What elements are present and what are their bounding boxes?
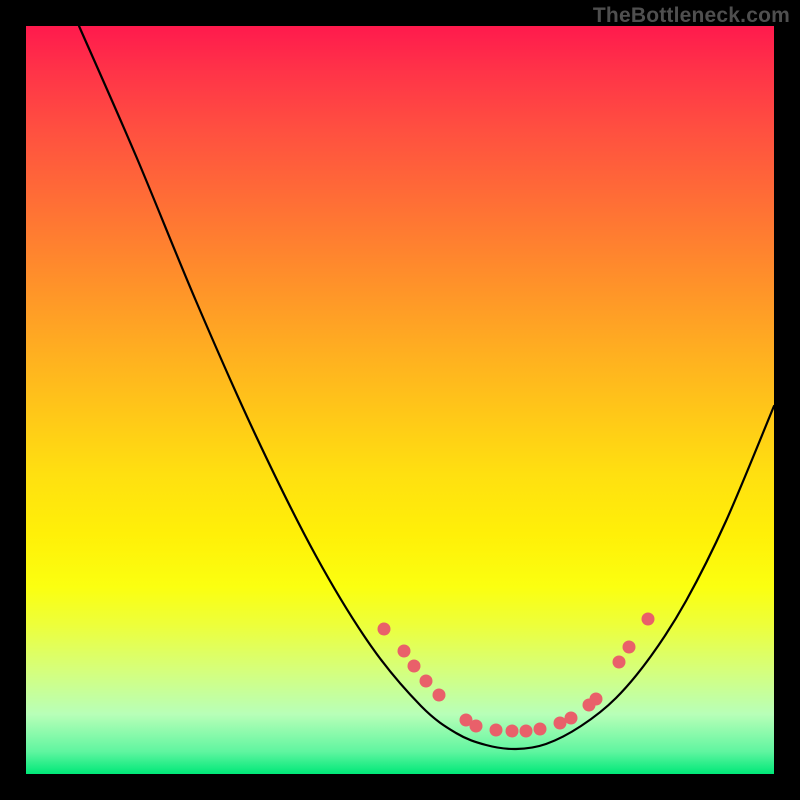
data-point-marker — [534, 723, 547, 736]
data-point-marker — [490, 724, 503, 737]
data-point-marker — [623, 641, 636, 654]
data-point-marker — [590, 693, 603, 706]
chart-svg — [26, 26, 774, 774]
data-point-marker — [520, 725, 533, 738]
bottleneck-curve — [79, 26, 774, 749]
watermark-text: TheBottleneck.com — [593, 4, 790, 28]
data-point-marker — [470, 720, 483, 733]
data-point-marker — [433, 689, 446, 702]
data-markers — [378, 613, 655, 738]
data-point-marker — [642, 613, 655, 626]
data-point-marker — [398, 645, 411, 658]
data-point-marker — [408, 660, 421, 673]
data-point-marker — [565, 712, 578, 725]
data-point-marker — [420, 675, 433, 688]
data-point-marker — [378, 623, 391, 636]
data-point-marker — [506, 725, 519, 738]
data-point-marker — [613, 656, 626, 669]
chart-area — [26, 26, 774, 774]
